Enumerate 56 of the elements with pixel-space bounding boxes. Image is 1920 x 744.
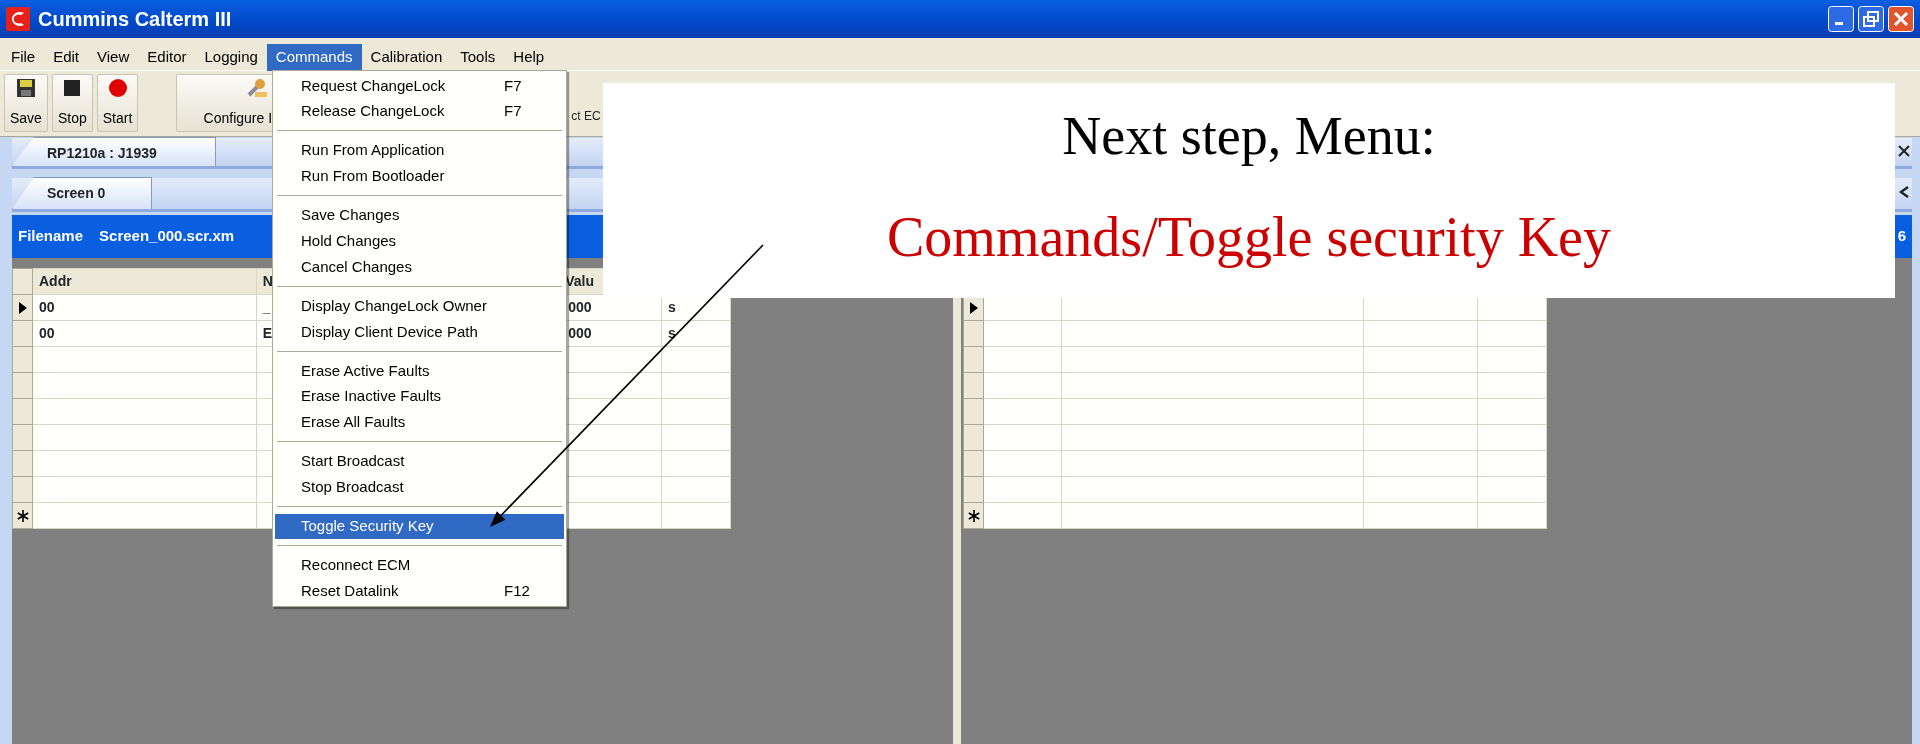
table-cell: _ [262,299,271,315]
toolbar-button-label: ct EC [571,108,601,125]
menu-item[interactable]: Edit [44,44,89,71]
column-header[interactable]: Addr [39,273,72,289]
menu-item[interactable]: Editor [138,44,196,71]
menu-item[interactable]: File [2,44,45,71]
connection-tab[interactable]: RP1210a : J1939 [12,137,216,166]
screen-tab[interactable]: Screen 0 [12,177,152,209]
window-title: Cummins Calterm III [38,7,232,32]
close-icon[interactable] [1897,144,1911,158]
chevron-left-icon[interactable] [1898,185,1910,199]
callout-heading: Next step, Menu: [1062,106,1436,166]
column-header[interactable]: N [262,273,273,289]
filename-value: 6 [1897,226,1906,247]
filename-value: Screen_000.scr.xm [99,226,235,247]
save-icon [14,77,37,99]
menu-item[interactable]: Commands [266,44,362,71]
filename-label: Filename [18,226,84,247]
minimize-button[interactable] [1828,6,1854,32]
table-cell: 000 [568,299,592,315]
new-row-icon [967,509,981,524]
toolbar-button[interactable]: Save [4,74,48,132]
restore-button[interactable] [1858,6,1884,32]
menu-item[interactable]: Erase All Faults [275,409,564,436]
menu-item[interactable]: Erase Inactive Faults [275,383,564,410]
app-logo-icon [6,7,30,31]
menu-item[interactable]: View [88,44,139,71]
menu-item[interactable]: Hold Changes [275,228,564,255]
table-cell: s [668,299,676,315]
menu-item[interactable]: Reconnect ECM [275,552,564,579]
table-cell: 00 [39,325,55,341]
new-row-icon [16,509,30,524]
menu-item[interactable]: Stop Broadcast [275,474,564,501]
menu-item[interactable]: Cancel Changes [275,254,564,280]
menu-item[interactable]: Run From Application [275,137,564,164]
menu-item[interactable]: Reset Datalink F12 [275,578,564,605]
menu-item[interactable]: Save Changes [275,202,564,229]
table-cell: 00 [39,299,55,315]
record-icon [106,77,129,99]
menu-item[interactable]: Erase Active Faults [275,358,564,384]
menu-item[interactable]: Display Client Device Path [275,319,564,345]
table-cell: E [262,325,272,341]
close-button[interactable] [1888,6,1914,32]
callout-instruction: Commands/Toggle security Key [887,206,1611,268]
menu-item[interactable]: Calibration [361,44,452,71]
toolbar-button[interactable]: Start [96,74,139,132]
menu-item[interactable]: Tools [451,44,505,71]
menu-item[interactable]: Start Broadcast [275,448,564,475]
toolbar-button[interactable]: Stop [51,74,93,132]
menu-item[interactable]: Display ChangeLock Owner [275,293,564,319]
column-header[interactable]: Valu [565,273,594,289]
menu-item[interactable]: Run From Bootloader [275,163,564,190]
menu-item[interactable]: Logging [195,44,267,71]
menu-item[interactable]: Toggle Security Key [275,513,564,540]
menu-item[interactable]: Help [504,44,554,71]
table-cell: 000 [568,325,592,341]
